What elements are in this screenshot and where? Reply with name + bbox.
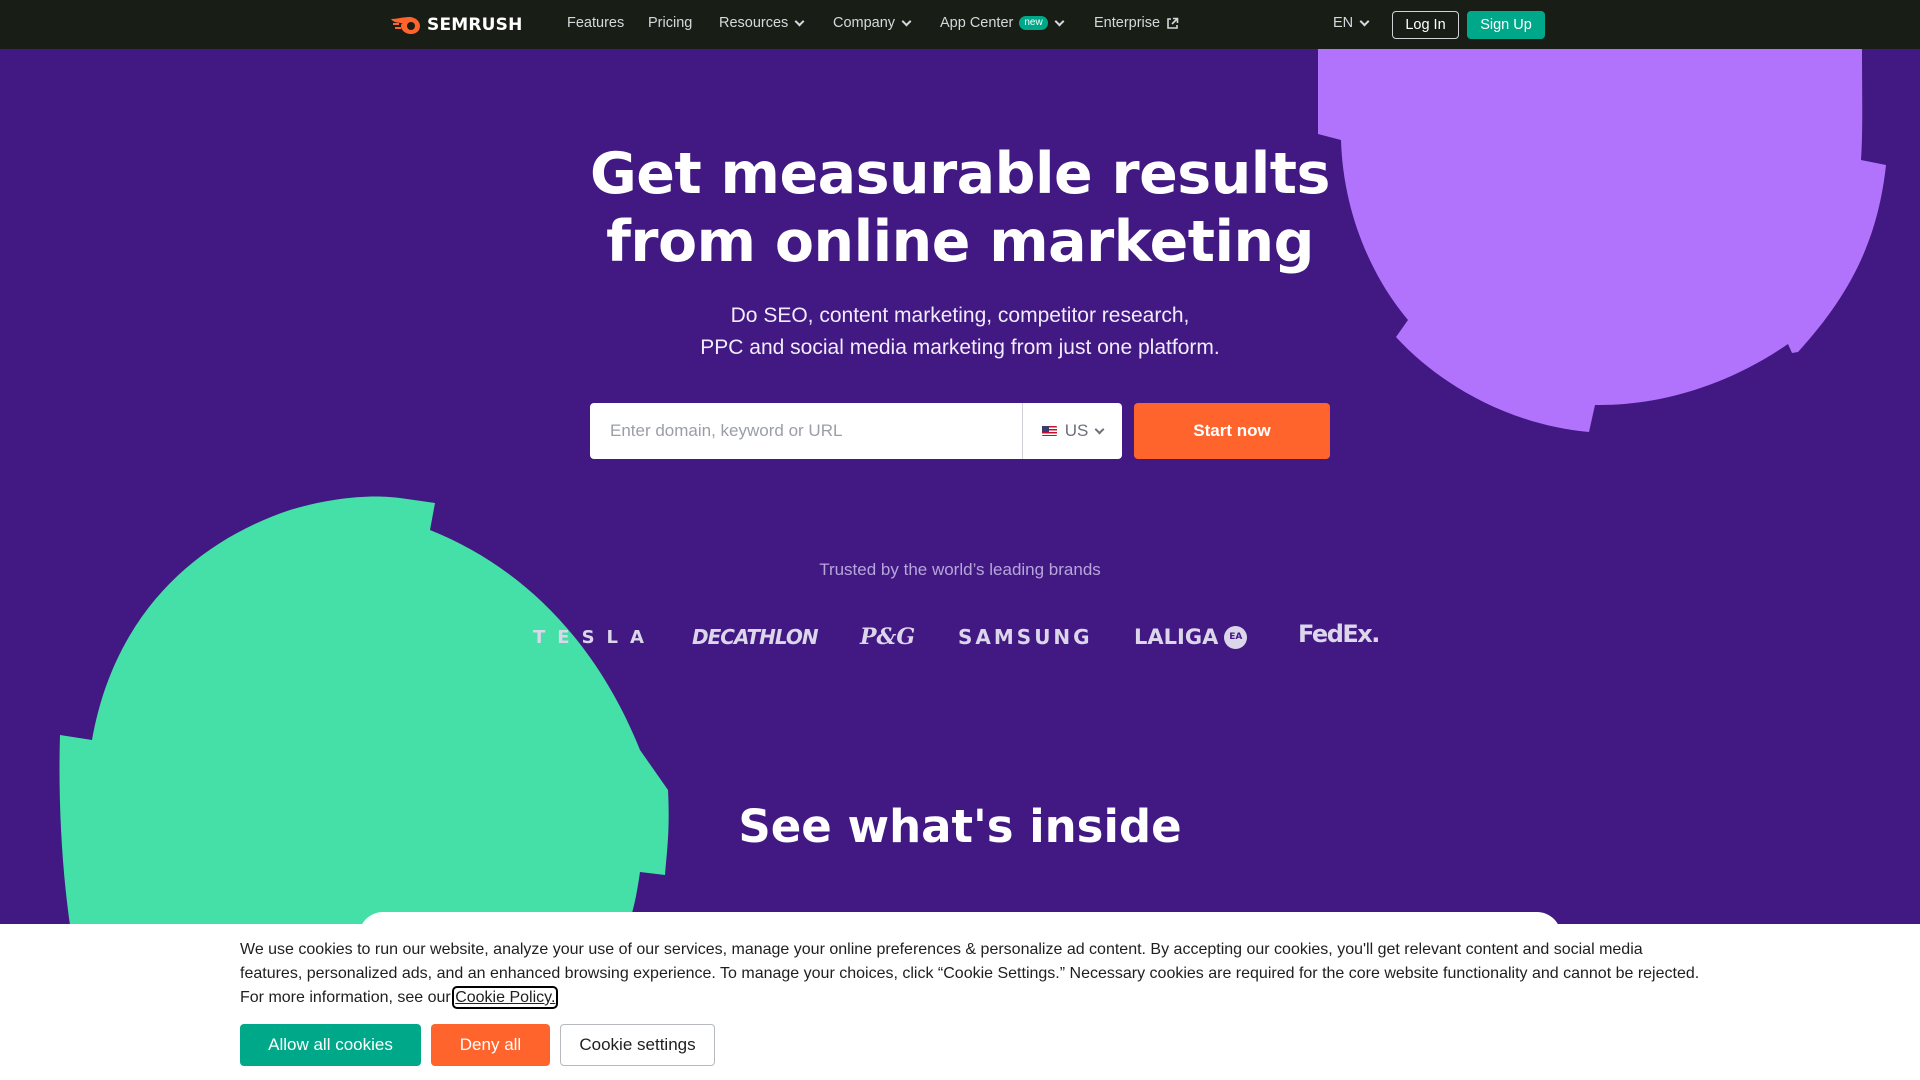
start-now-button[interactable]: Start now (1134, 403, 1330, 459)
hero-subtitle-line-2: PPC and social media marketing from just… (700, 336, 1220, 359)
chevron-down-icon (1094, 424, 1105, 434)
language-label: EN (1333, 15, 1354, 31)
nav-pricing[interactable]: Pricing (648, 15, 692, 31)
logo-text: SEMRUSH (427, 15, 523, 35)
login-button[interactable]: Log In (1392, 11, 1459, 39)
chevron-down-icon (1054, 16, 1065, 26)
search-input[interactable] (590, 403, 1022, 459)
pg-logo: P&G (860, 624, 916, 650)
laliga-wordmark: LALIGA (1134, 625, 1219, 649)
nav-pricing-label: Pricing (648, 15, 693, 31)
language-selector[interactable]: EN (1333, 15, 1370, 31)
hero-subtitle-line-1: Do SEO, content marketing, competitor re… (730, 304, 1190, 327)
search-form: US (590, 403, 1122, 459)
semrush-flame-icon (391, 17, 420, 34)
chevron-down-icon (901, 16, 912, 26)
hero-title: Get measurable results from online marke… (460, 140, 1460, 276)
hero-title-line-2: from online marketing (606, 209, 1314, 275)
hero-title-line-1: Get measurable results (590, 141, 1330, 207)
tesla-logo: TESLA (533, 626, 656, 648)
samsung-logo: SAMSUNG (958, 625, 1093, 649)
allow-all-cookies-button[interactable]: Allow all cookies (240, 1024, 421, 1066)
cookie-text: We use cookies to run our website, analy… (240, 938, 1700, 1010)
chevron-down-icon (1359, 16, 1370, 26)
cookie-policy-link[interactable]: Cookie Policy. (452, 986, 559, 1009)
new-badge: new (1019, 16, 1048, 30)
green-blob (59, 496, 669, 925)
nav-app-center-label: App Center (940, 15, 1014, 31)
section-title: See what's inside (738, 800, 1182, 853)
nav-company[interactable]: Company (833, 15, 912, 31)
hero-subtitle: Do SEO, content marketing, competitor re… (560, 300, 1360, 364)
semrush-logo[interactable]: SEMRUSH (389, 14, 523, 36)
nav-resources-label: Resources (719, 15, 789, 31)
nav-features[interactable]: Features (567, 15, 624, 31)
deny-all-button[interactable]: Deny all (431, 1024, 550, 1066)
nav-enterprise[interactable]: Enterprise (1094, 15, 1179, 31)
us-flag-icon (1041, 426, 1057, 436)
nav-features-label: Features (567, 15, 625, 31)
fedex-logo: FedEx. (1298, 620, 1380, 648)
top-navigation: SEMRUSH Features Pricing Resources Compa… (0, 0, 1920, 49)
signup-button[interactable]: Sign Up (1467, 11, 1545, 39)
nav-company-label: Company (833, 15, 896, 31)
nav-enterprise-label: Enterprise (1094, 15, 1161, 31)
ea-badge-icon: EA (1224, 625, 1248, 649)
nav-app-center[interactable]: App Center new (940, 15, 1065, 31)
nav-resources[interactable]: Resources (719, 15, 805, 31)
laliga-logo: LALIGA EA (1134, 622, 1248, 652)
decathlon-logo: DECATHLON (692, 625, 819, 649)
trusted-brands-heading: Trusted by the world’s leading brands (819, 560, 1101, 579)
country-label: US (1064, 421, 1089, 440)
country-select[interactable]: US (1022, 403, 1122, 459)
chevron-down-icon (794, 16, 805, 26)
external-link-icon (1167, 17, 1179, 29)
cookie-settings-button[interactable]: Cookie settings (560, 1024, 715, 1066)
